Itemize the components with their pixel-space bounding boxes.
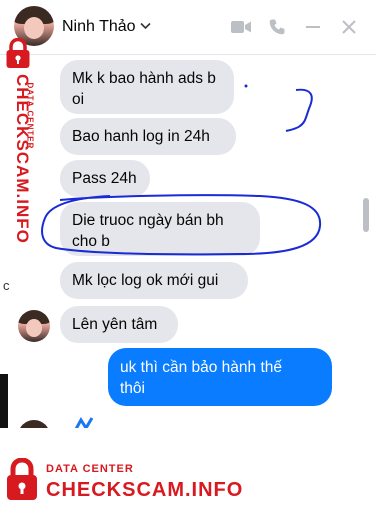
message-bubble[interactable]: Mk lọc log ok mới gui [60,262,248,299]
message-bubble[interactable]: Lên yên tâm [60,306,178,343]
sender-avatar[interactable] [18,420,50,428]
watermark-side-small: DATA CENTER [25,82,35,150]
watermark-footer-small: DATA CENTER [46,463,134,475]
message-text: Mk lọc log ok mới gui [72,272,219,289]
left-edge-divider [0,374,8,428]
video-call-icon[interactable] [230,16,252,38]
close-icon[interactable] [338,16,360,38]
message-text: Die truoc ngày bán bh [72,212,224,229]
left-edge-text: c [3,278,10,293]
lock-logo-icon [5,37,31,75]
watermark-side: CHECKSCAM.INFO DATA CENTER [0,37,44,244]
message-text: oi [72,91,85,108]
contact-name: Ninh Thảo [62,18,136,35]
message-list[interactable]: Mk k bao hành ads b oi Bao hanh log in 2… [0,54,376,428]
my-message-bubble[interactable]: uk thì cần bảo hành thế thôi [108,348,332,406]
watermark-footer: DATA CENTER CHECKSCAM.INFO [0,428,376,507]
message-text: Lên yên tâm [72,316,158,333]
sender-avatar[interactable] [18,310,50,342]
phone-icon[interactable] [266,16,288,38]
message-bubble[interactable]: Pass 24h [60,160,150,197]
contact-name-button[interactable]: Ninh Thảo [62,18,151,36]
minimize-icon[interactable] [302,16,324,38]
message-text: Bao hanh log in 24h [72,128,210,145]
message-text: Mk k bao hành ads b [72,70,216,87]
message-text: uk thì cần bảo hành thế [120,359,283,376]
chat-window: Ninh Thảo Mk k bao hành ads b oi Bao han… [0,0,376,428]
message-text: Pass 24h [72,170,137,187]
lock-logo-icon [5,457,39,507]
scrollbar-thumb[interactable] [363,198,369,232]
watermark-footer-big: CHECKSCAM.INFO [46,479,244,501]
message-bubble[interactable]: Die truoc ngày bán bh cho b [60,202,260,256]
seen-indicator-icon [74,416,94,428]
message-text: thôi [120,380,145,397]
chat-header: Ninh Thảo [0,0,376,55]
message-text: cho b [72,233,110,250]
message-bubble[interactable]: Bao hanh log in 24h [60,118,236,155]
message-bubble[interactable]: Mk k bao hành ads b oi [60,60,234,114]
chevron-down-icon [139,21,151,33]
